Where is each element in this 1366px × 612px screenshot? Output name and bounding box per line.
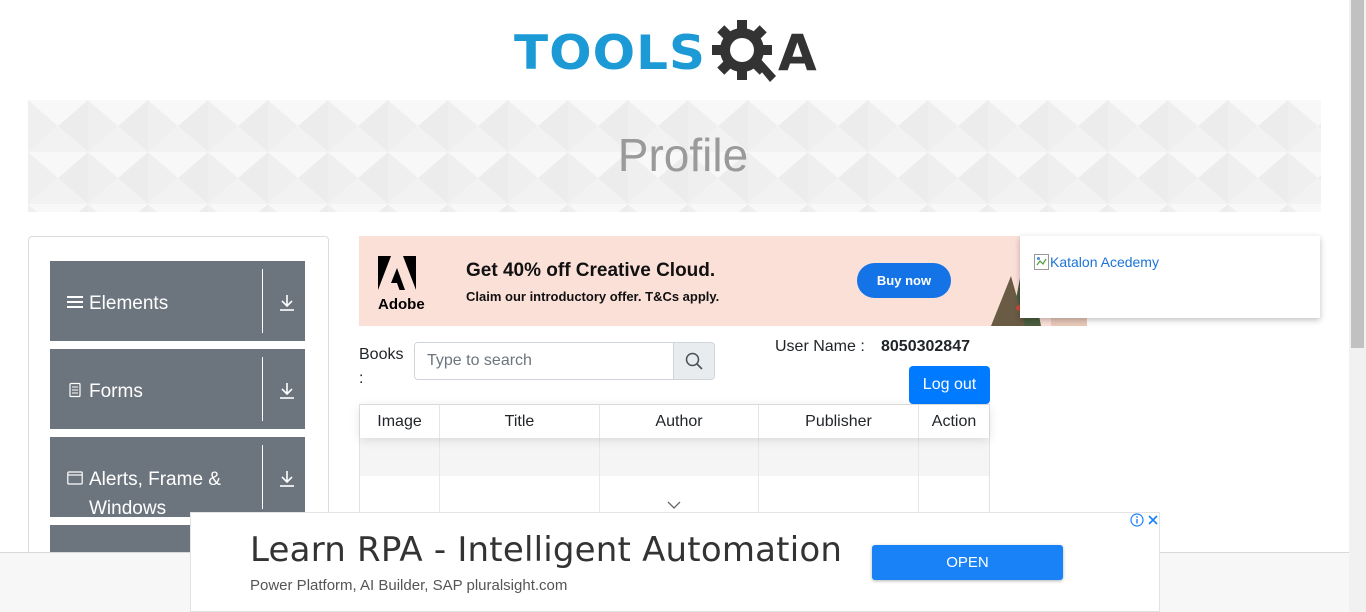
sidebar-group-label: Forms (89, 381, 143, 402)
page-scrollbar[interactable] (1349, 0, 1366, 612)
table-cell (919, 438, 989, 476)
rpa-ad[interactable]: Learn RPA - Intelligent Automation Power… (190, 512, 1160, 612)
adobe-ad[interactable]: Adobe Get 40% off Creative Cloud. Claim … (359, 236, 1087, 326)
search-box (414, 342, 715, 380)
adobe-icon (378, 256, 416, 290)
divider (262, 357, 263, 421)
column-header-publisher[interactable]: Publisher (759, 405, 919, 438)
window-icon (67, 471, 83, 485)
buy-now-button[interactable]: Buy now (857, 263, 951, 298)
table-cell (360, 438, 440, 476)
table-cell (600, 438, 759, 476)
ad-title: Learn RPA - Intelligent Automation (250, 530, 843, 570)
column-header-action[interactable]: Action (919, 405, 989, 438)
adobe-brand: Adobe (378, 296, 425, 313)
logo-text-tools: TOOLS (514, 25, 706, 81)
document-icon (69, 382, 81, 398)
books-label: Books : (359, 346, 404, 387)
table-cell (440, 438, 600, 476)
ad-headline: Get 40% off Creative Cloud. (466, 260, 716, 281)
divider (262, 445, 263, 509)
adobe-logo: Adobe (378, 256, 425, 313)
download-icon (280, 471, 294, 487)
ad-subtitle: Power Platform, AI Builder, SAP pluralsi… (250, 577, 568, 594)
katalon-ad[interactable]: Katalon Acedemy (1020, 236, 1320, 318)
table-cell (759, 438, 919, 476)
gear-search-icon (712, 20, 776, 82)
info-icon[interactable] (1130, 513, 1144, 527)
sidebar-group-alerts-frame-windows[interactable]: Alerts, Frame & Windows (50, 437, 305, 519)
username-value: 8050302847 (881, 338, 970, 355)
logo-text-a: A (778, 24, 817, 82)
katalon-image-link[interactable]: Katalon Acedemy (1034, 254, 1159, 270)
username-label: User Name : (775, 338, 865, 355)
column-header-title[interactable]: Title (440, 405, 600, 438)
logout-button[interactable]: Log out (909, 366, 990, 404)
column-header-image[interactable]: Image (360, 405, 440, 438)
sidebar-group-label: Elements (89, 293, 169, 314)
search-icon (685, 352, 703, 370)
page: TOOLS A Profile Elements Forms Alerts, F… (0, 0, 1366, 612)
search-button[interactable] (673, 343, 714, 379)
scrollbar-thumb[interactable] (1351, 0, 1364, 348)
sidebar-group-elements[interactable]: Elements (50, 261, 305, 341)
close-icon[interactable] (1146, 513, 1160, 527)
page-title: Profile (617, 129, 749, 181)
open-button[interactable]: OPEN (872, 545, 1063, 580)
katalon-alt-text: Katalon Acedemy (1050, 254, 1159, 270)
sidebar-group-forms[interactable]: Forms (50, 349, 305, 429)
download-icon (280, 295, 294, 311)
toolsqa-logo[interactable]: TOOLS A (514, 14, 838, 92)
table-row (360, 438, 989, 476)
table-header: Image Title Author Publisher Action (360, 405, 989, 438)
broken-image-icon (1034, 254, 1049, 270)
chevron-down-icon[interactable] (667, 501, 681, 510)
divider (262, 269, 263, 333)
column-header-author[interactable]: Author (600, 405, 759, 438)
search-input[interactable] (415, 343, 673, 379)
ad-subline: Claim our introductory offer. T&Cs apply… (466, 289, 720, 304)
menu-icon (67, 296, 83, 308)
download-icon (280, 383, 294, 399)
